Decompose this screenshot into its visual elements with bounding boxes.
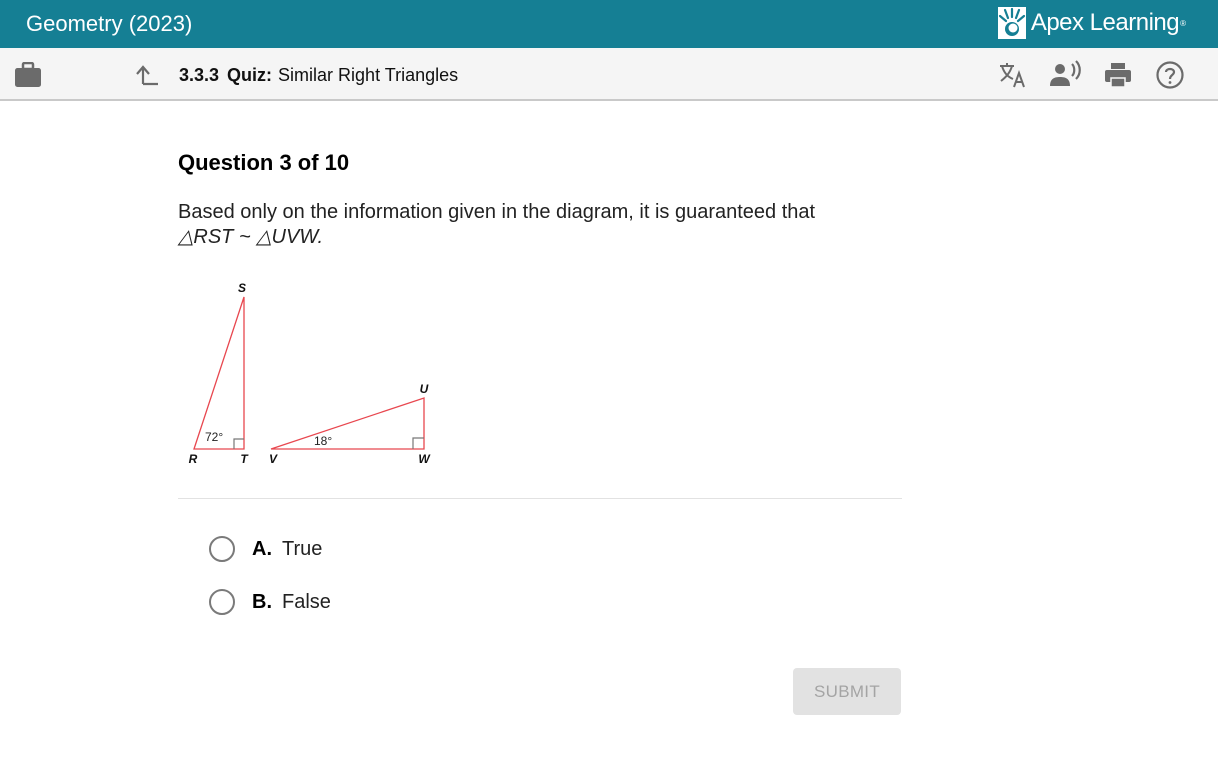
- question-prompt: Based only on the information given in t…: [178, 200, 902, 250]
- vertex-label-u: U: [420, 382, 429, 396]
- lesson-toolbar: 3.3.3 Quiz: Similar Right Triangles: [0, 48, 1218, 101]
- option-letter: A.: [252, 537, 272, 560]
- brand-trademark: ®: [1180, 18, 1186, 28]
- brand-logo[interactable]: Apex Learning ®: [997, 6, 1186, 40]
- vertex-label-v: V: [269, 452, 278, 466]
- lesson-number: 3.3.3: [179, 65, 220, 85]
- vertex-label-r: R: [189, 452, 198, 466]
- read-aloud-icon[interactable]: [1048, 60, 1082, 90]
- question-panel: Question 3 of 10 Based only on the infor…: [178, 150, 902, 250]
- question-heading: Question 3 of 10: [178, 150, 350, 175]
- answer-option-a[interactable]: A. True: [209, 536, 322, 562]
- help-icon[interactable]: [1155, 60, 1185, 90]
- similarity-statement: △RST ~ △UVW.: [178, 226, 324, 248]
- submit-button[interactable]: SUBMIT: [793, 668, 901, 715]
- answer-option-b[interactable]: B. False: [209, 589, 331, 615]
- lesson-type: Quiz:: [227, 65, 273, 85]
- breadcrumb: 3.3.3 Quiz: Similar Right Triangles: [179, 65, 458, 86]
- brand-name: Apex Learning: [1030, 9, 1180, 36]
- triangles-diagram: S R T 72° U V W 18°: [189, 281, 432, 466]
- vertex-label-t: T: [240, 452, 249, 466]
- triangle-uvw: U V W 18°: [269, 382, 431, 466]
- option-letter: B.: [252, 590, 272, 613]
- lesson-title: Similar Right Triangles: [278, 65, 459, 85]
- triangle-rst: S R T 72°: [189, 281, 250, 466]
- vertex-label-s: S: [238, 281, 246, 295]
- angle-label-v: 18°: [314, 434, 332, 448]
- translate-icon[interactable]: [998, 60, 1028, 90]
- briefcase-icon[interactable]: [14, 62, 42, 88]
- apex-logo-icon: [997, 7, 1026, 39]
- course-title: Geometry (2023): [26, 11, 193, 36]
- divider: [178, 498, 902, 499]
- radio-button-b[interactable]: [209, 589, 235, 615]
- option-text: False: [282, 590, 331, 613]
- option-text: True: [282, 537, 323, 560]
- angle-label-r: 72°: [205, 430, 223, 444]
- vertex-label-w: W: [418, 452, 431, 466]
- question-prompt-text: Based only on the information given in t…: [178, 201, 816, 223]
- print-icon[interactable]: [1103, 60, 1133, 90]
- up-arrow-icon[interactable]: [134, 64, 160, 86]
- radio-button-a[interactable]: [209, 536, 235, 562]
- top-bar: Geometry (2023) Apex Learning ®: [0, 0, 1218, 48]
